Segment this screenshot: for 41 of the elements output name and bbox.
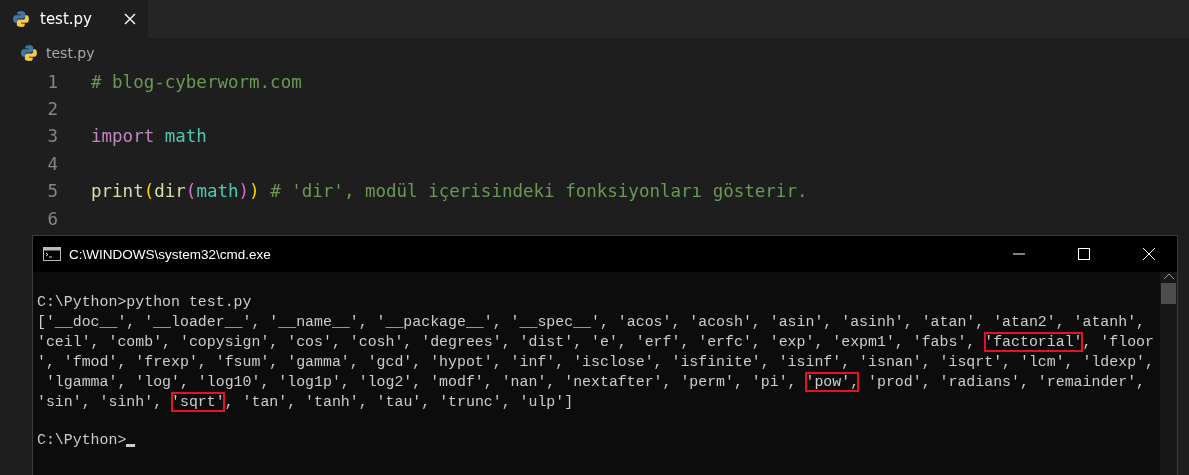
- line-number: 3: [46, 126, 58, 147]
- scroll-bar[interactable]: [1160, 272, 1177, 475]
- python-icon: [20, 44, 38, 62]
- code-token: math: [164, 126, 207, 147]
- window-title: C:\WINDOWS\system32\cmd.exe: [69, 246, 272, 262]
- console-output: C:\Python>: [37, 431, 127, 450]
- python-icon: [12, 10, 30, 28]
- code-token: # 'dir', modül içerisindeki fonksiyonları gösterir.: [270, 181, 808, 202]
- code-token: import: [91, 126, 155, 147]
- console-output: 'lgamma', 'log', 'log10', 'log1p', 'log2', 'modf', 'nan', 'nextafter', 'perm', 'pi',: [44, 373, 798, 392]
- highlighted-output: 'pow',: [805, 372, 860, 392]
- console-icon: [43, 247, 61, 261]
- console-output: 'sin', 'sinh',: [37, 393, 164, 412]
- console-output: , 'floor: [1082, 333, 1154, 352]
- console-output: 'ceil', 'comb', 'copysign', 'cos', 'cosh', 'degrees', 'dist', 'e', 'erf', 'erfc', 'exp', 'expm1', 'fabs',: [37, 333, 977, 352]
- code-token: (: [143, 181, 155, 202]
- line-number: 2: [46, 99, 58, 120]
- code-token: dir: [154, 181, 186, 202]
- code-token: print: [91, 181, 144, 202]
- console-output: ', 'fmod', 'frexp', 'fsum', 'gamma', 'gcd', 'hypot', 'inf', 'isclose', 'isfinite', 'isinf', 'isnan', 'isqrt', 'lcm', 'ldexp',: [37, 353, 1154, 372]
- close-icon[interactable]: [122, 11, 138, 27]
- highlighted-output: 'sqrt': [171, 392, 225, 412]
- line-number: 5: [46, 181, 58, 202]
- console-output: , 'tan', 'tanh', 'tau', 'trunc', 'ulp']: [224, 393, 574, 412]
- line-number: 6: [46, 208, 58, 229]
- maximize-icon: [1076, 247, 1091, 261]
- breadcrumb-item[interactable]: test.py: [46, 45, 95, 61]
- file-tab[interactable]: test.py: [0, 0, 148, 38]
- code-token: math: [196, 181, 239, 202]
- console-output: ['__doc__', '__loader__', '__name__', '__package__', '__spec__', 'acos', 'acosh', 'asin', 'asinh', 'atan', 'atan2', 'atanh',: [37, 313, 1146, 332]
- console-output: 'prod', 'radians', 'remainder',: [867, 373, 1146, 392]
- code-token: # blog-cyberworm.com: [91, 71, 302, 92]
- close-icon: [1141, 247, 1156, 261]
- line-number: 1: [46, 71, 58, 92]
- highlighted-output: 'factorial': [984, 332, 1083, 352]
- tab-label: test.py: [40, 10, 93, 28]
- line-number: 4: [46, 153, 58, 174]
- code-token: ): [249, 181, 260, 202]
- code-token: (: [185, 181, 197, 202]
- code-token: ): [238, 181, 250, 202]
- console-output: C:\Python>python test.py: [37, 293, 252, 312]
